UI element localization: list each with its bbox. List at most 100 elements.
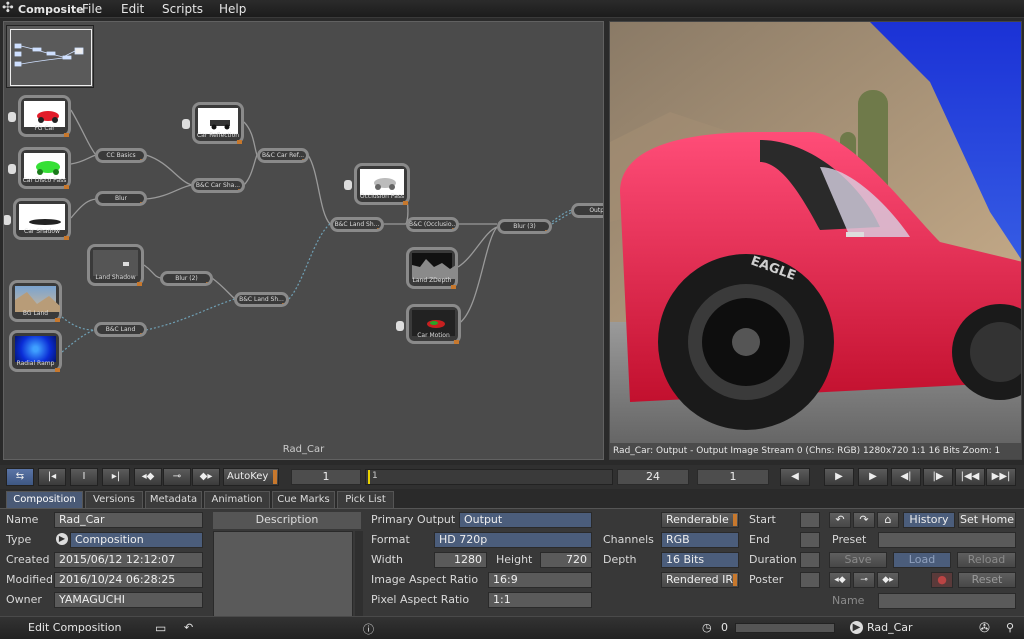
height-field[interactable]: 720 <box>540 552 592 568</box>
home-button[interactable]: ⌂ <box>877 512 899 528</box>
tab-cue-marks[interactable]: Cue Marks <box>272 491 335 508</box>
rendered-ir-toggle[interactable]: Rendered IR <box>661 572 739 588</box>
node-blur-3[interactable]: Blur (3) <box>497 219 552 234</box>
key-button[interactable]: ⊸ <box>163 468 191 486</box>
next-key-small-button[interactable]: ◆▸ <box>877 572 899 588</box>
pixel-aspect-field[interactable]: 1:1 <box>488 592 592 608</box>
step-back-button[interactable]: ◀| <box>891 468 921 486</box>
tab-versions[interactable]: Versions <box>85 491 143 508</box>
play-reverse-button[interactable]: ◀ <box>780 468 810 486</box>
node-graph-view[interactable]: FG Car Car Disco Pass Car Shadow Car Ref… <box>3 21 604 460</box>
step-field[interactable]: 1 <box>697 469 769 485</box>
menu-help[interactable]: Help <box>219 2 246 16</box>
menu-edit[interactable]: Edit <box>121 2 144 16</box>
poster-field[interactable] <box>800 572 820 588</box>
duration-field[interactable] <box>800 552 820 568</box>
name-field-right[interactable] <box>878 593 1016 609</box>
node-minimap[interactable] <box>6 25 94 88</box>
timeline-playhead[interactable] <box>368 470 370 484</box>
reel-icon[interactable]: ✇ <box>979 621 990 636</box>
next-key-button[interactable]: ◆▸ <box>192 468 220 486</box>
current-frame-field[interactable]: 1 <box>291 469 361 485</box>
redo-history-button[interactable]: ↷ <box>853 512 875 528</box>
rendered-car-image: EAGLE <box>610 22 1021 459</box>
node-bc-occlusio[interactable]: B&C (Occlusio... <box>406 217 459 232</box>
prev-key-small-button[interactable]: ◂◆ <box>829 572 851 588</box>
info-icon[interactable]: ⓘ <box>363 621 374 637</box>
renderable-toggle[interactable]: Renderable <box>661 512 739 528</box>
timeline-ruler[interactable]: 1 <box>365 469 613 485</box>
preset-field[interactable] <box>878 532 1016 548</box>
node-blur[interactable]: Blur <box>95 191 147 206</box>
node-car-reflection[interactable]: Car Reflection <box>182 102 244 144</box>
node-car-disco-pass[interactable]: Car Disco Pass <box>8 147 71 189</box>
node-land-shadow[interactable]: Land Shadow <box>87 244 144 286</box>
node-car-shadow[interactable]: Car Shadow <box>4 198 71 240</box>
plug-icon <box>8 164 16 174</box>
set-in-button[interactable]: I <box>70 468 98 486</box>
go-to-start-button[interactable]: |◂ <box>38 468 66 486</box>
set-home-button[interactable]: Set Home <box>958 512 1016 528</box>
depth-field[interactable]: 16 Bits <box>661 552 739 568</box>
loop-button[interactable]: ⇆ <box>6 468 34 486</box>
tab-metadata[interactable]: Metadata <box>145 491 202 508</box>
viewer-info-bar: Rad_Car: Output - Output Image Stream 0 … <box>610 443 1022 459</box>
autokey-button[interactable]: AutoKey <box>223 468 279 486</box>
undo-history-button[interactable]: ↶ <box>829 512 851 528</box>
primary-output-field[interactable]: Output <box>459 512 592 528</box>
name-field[interactable]: Rad_Car <box>54 512 203 528</box>
node-bc-car-ref[interactable]: B&C Car Ref... <box>257 148 309 163</box>
tab-pick-list[interactable]: Pick List <box>337 491 394 508</box>
reset-button[interactable]: Reset <box>958 572 1016 588</box>
comp-arrow-icon[interactable]: ▶ <box>850 621 863 634</box>
node-fg-car[interactable]: FG Car <box>8 95 71 137</box>
play-once-button[interactable]: ▶ <box>858 468 888 486</box>
record-button[interactable]: ● <box>931 572 953 588</box>
undo-icon: ↶ <box>835 513 845 526</box>
node-blur-2[interactable]: Blur (2) <box>160 271 213 286</box>
format-field[interactable]: HD 720p <box>434 532 592 548</box>
node-occlusion-pass[interactable]: Occlusion Pass <box>344 163 410 205</box>
pin-icon[interactable]: ⚲ <box>1006 621 1014 634</box>
undo-icon[interactable]: ↶ <box>184 621 193 634</box>
play-button[interactable]: ▶ <box>824 468 854 486</box>
jump-end-button[interactable]: ▶▶| <box>986 468 1016 486</box>
tab-animation[interactable]: Animation <box>204 491 270 508</box>
channels-field[interactable]: RGB <box>661 532 739 548</box>
image-viewer[interactable]: EAGLE <box>609 21 1022 460</box>
book-icon[interactable]: ▭ <box>155 621 166 635</box>
end-frame-field[interactable]: 24 <box>617 469 689 485</box>
node-land-zdepth[interactable]: Land ZDepth <box>406 247 458 289</box>
type-field[interactable]: Composition <box>70 532 203 548</box>
start-field[interactable] <box>800 512 820 528</box>
tab-composition[interactable]: Composition <box>6 491 83 508</box>
node-bc-land-sh[interactable]: B&C Land Sh... <box>330 217 384 232</box>
go-to-end-button[interactable]: ▸| <box>102 468 130 486</box>
history-button[interactable]: History <box>903 512 955 528</box>
menu-scripts[interactable]: Scripts <box>162 2 203 16</box>
save-preset-button[interactable]: Save <box>829 552 887 568</box>
node-cc-basics[interactable]: CC Basics <box>95 148 147 163</box>
node-bc-car-sha[interactable]: B&C Car Sha... <box>191 178 245 193</box>
node-car-motion[interactable]: Car Motion <box>396 304 461 344</box>
jump-start-button[interactable]: |◀◀ <box>955 468 985 486</box>
image-aspect-field[interactable]: 16:9 <box>488 572 592 588</box>
plug-icon <box>344 180 352 190</box>
end-field[interactable] <box>800 532 820 548</box>
width-field[interactable]: 1280 <box>434 552 487 568</box>
key-small-button[interactable]: ⊸ <box>853 572 875 588</box>
node-bc-land-sh-2[interactable]: B&C Land Sh... <box>234 292 289 307</box>
reload-preset-button[interactable]: Reload <box>957 552 1016 568</box>
prev-key-button[interactable]: ◂◆ <box>134 468 162 486</box>
node-output[interactable]: Outp <box>571 203 603 218</box>
panel-scrollbar[interactable] <box>355 531 363 617</box>
key-icon: ⊸ <box>860 575 868 585</box>
menu-file[interactable]: File <box>82 2 102 16</box>
node-radial-ramp[interactable]: Radial Ramp <box>9 330 62 372</box>
type-arrow-icon[interactable]: ▶ <box>56 533 68 545</box>
load-preset-button[interactable]: Load <box>893 552 951 568</box>
node-bg-land[interactable]: BG Land <box>9 280 62 322</box>
step-forward-button[interactable]: |▶ <box>923 468 953 486</box>
description-field[interactable] <box>213 531 353 617</box>
node-bc-land[interactable]: B&C Land <box>94 322 147 337</box>
